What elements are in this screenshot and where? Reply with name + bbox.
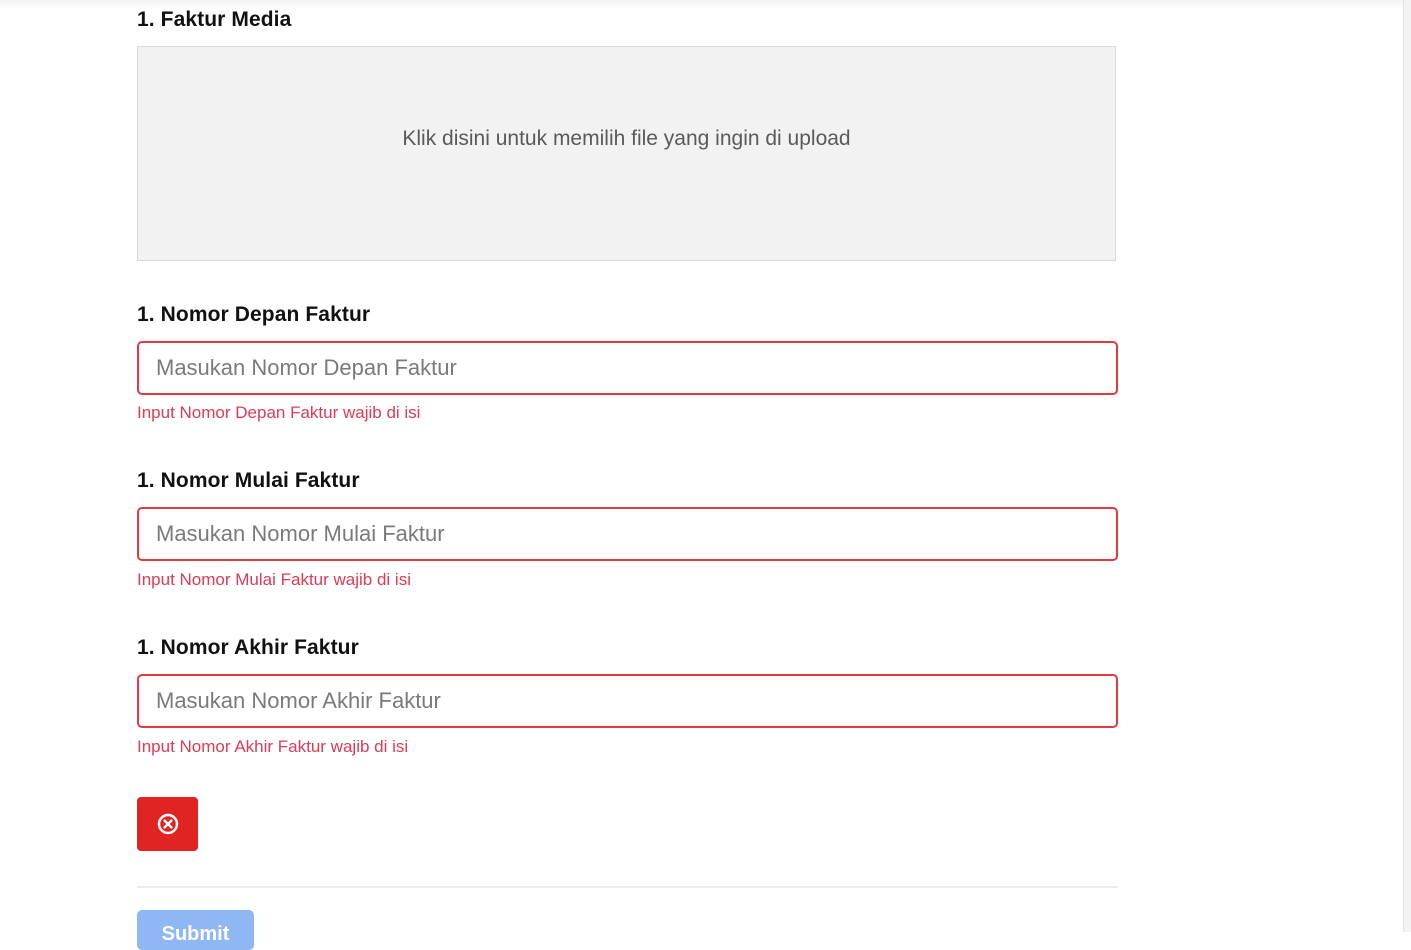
- nomor-mulai-faktur-error: Input Nomor Mulai Faktur wajib di isi: [137, 570, 411, 589]
- submit-button[interactable]: Submit: [137, 910, 254, 950]
- nomor-depan-faktur-input[interactable]: [137, 341, 1118, 395]
- remove-item-button[interactable]: [137, 797, 198, 851]
- nomor-mulai-faktur-input[interactable]: [137, 507, 1118, 561]
- file-upload-dropzone[interactable]: Klik disini untuk memilih file yang ingi…: [137, 46, 1116, 261]
- nomor-mulai-faktur-label: 1. Nomor Mulai Faktur: [137, 469, 360, 492]
- nomor-akhir-faktur-label: 1. Nomor Akhir Faktur: [137, 636, 359, 659]
- dropzone-text: Klik disini untuk memilih file yang ingi…: [402, 126, 851, 150]
- form-divider: [137, 886, 1118, 888]
- nomor-akhir-faktur-error: Input Nomor Akhir Faktur wajib di isi: [137, 737, 409, 756]
- faktur-media-label: 1. Faktur Media: [137, 8, 292, 31]
- scrollbar-track[interactable]: [1404, 0, 1411, 932]
- circle-x-icon: [157, 813, 178, 835]
- nomor-depan-faktur-error: Input Nomor Depan Faktur wajib di isi: [137, 403, 421, 422]
- nomor-depan-faktur-label: 1. Nomor Depan Faktur: [137, 303, 371, 326]
- nomor-akhir-faktur-input[interactable]: [137, 674, 1118, 728]
